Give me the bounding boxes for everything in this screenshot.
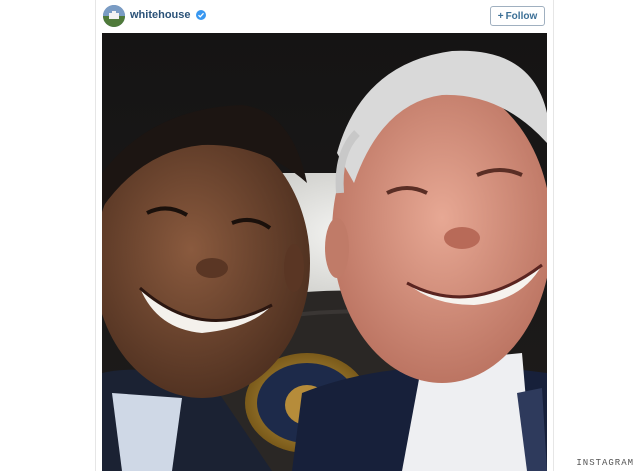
page: whitehouse + Follow INSTAGRAM — [0, 0, 640, 471]
profile-avatar[interactable] — [103, 5, 125, 27]
post-photo[interactable] — [102, 33, 547, 471]
follow-plus-icon: + — [497, 10, 504, 22]
source-watermark: INSTAGRAM — [576, 458, 634, 468]
username-group: whitehouse — [130, 9, 206, 21]
username-link[interactable]: whitehouse — [130, 9, 191, 21]
instagram-post-card: whitehouse + Follow — [95, 0, 554, 471]
verified-badge-icon — [195, 10, 206, 20]
follow-label: Follow — [505, 10, 538, 22]
post-header: whitehouse + Follow — [96, 0, 553, 34]
avatar-image — [103, 5, 125, 27]
selfie-photo-illustration — [102, 33, 547, 471]
follow-button[interactable]: + Follow — [490, 6, 545, 26]
